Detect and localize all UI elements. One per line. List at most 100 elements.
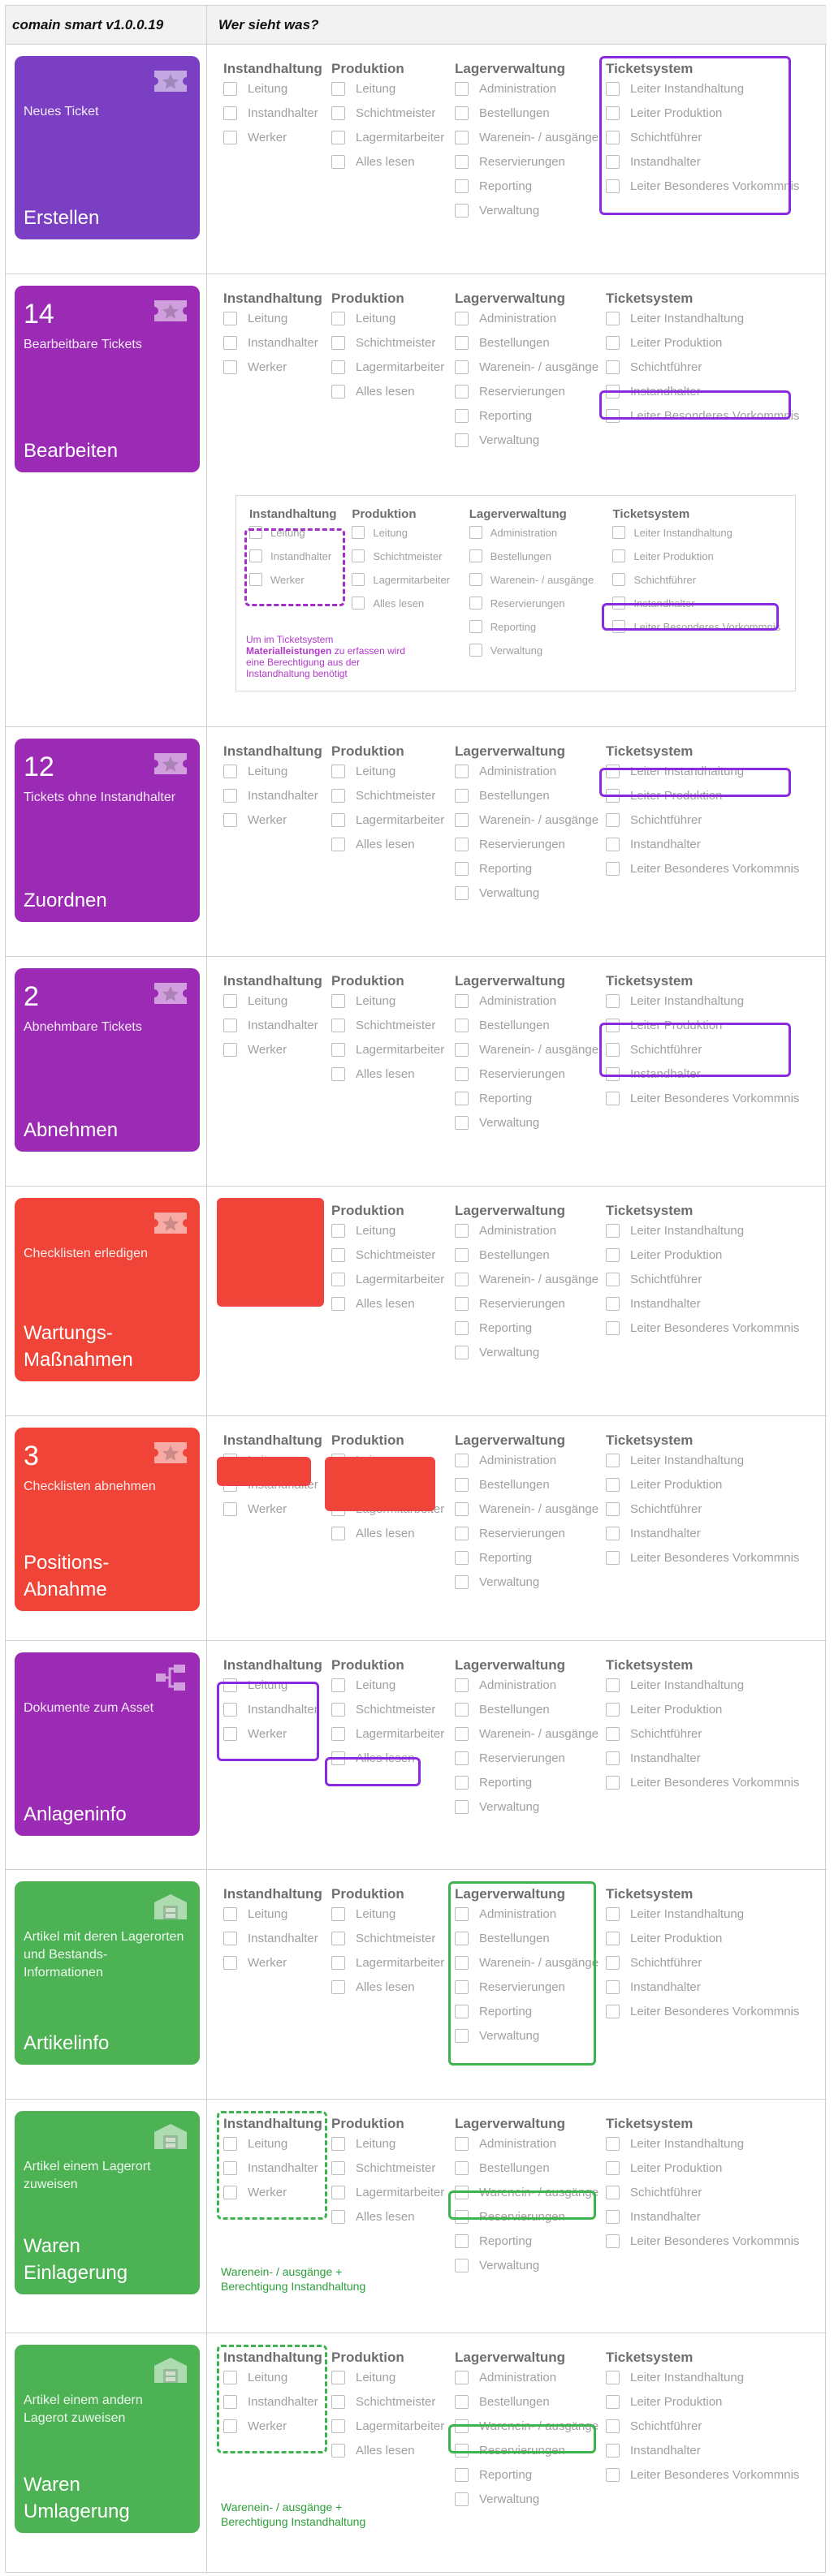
checkbox[interactable] bbox=[223, 131, 237, 144]
checkbox-item[interactable]: Administration bbox=[469, 521, 594, 545]
checkbox-item[interactable]: Leiter Produktion bbox=[606, 2156, 799, 2181]
checkbox[interactable] bbox=[612, 573, 626, 586]
checkbox-item[interactable]: Werker bbox=[223, 126, 322, 150]
checkbox-item[interactable]: Instandhalter bbox=[606, 1747, 799, 1771]
checkbox-item[interactable]: Alles lesen bbox=[331, 380, 444, 404]
checkbox-item[interactable]: Leitung bbox=[223, 989, 322, 1014]
checkbox[interactable] bbox=[223, 765, 237, 778]
checkbox[interactable] bbox=[331, 1956, 345, 1970]
checkbox-item[interactable]: Schichtmeister bbox=[331, 331, 444, 355]
checkbox-item[interactable]: Werker bbox=[223, 1497, 322, 1522]
checkbox-item[interactable]: Alles lesen bbox=[352, 592, 450, 615]
checkbox[interactable] bbox=[606, 2468, 620, 2482]
checkbox[interactable] bbox=[331, 1932, 345, 1945]
checkbox-item[interactable]: Leiter Besonderes Vorkommnis bbox=[606, 2000, 799, 2024]
checkbox[interactable] bbox=[455, 1116, 469, 1130]
checkbox[interactable] bbox=[331, 312, 345, 325]
checkbox-item[interactable]: Leitung bbox=[223, 1902, 322, 1927]
checkbox-item[interactable]: Reporting bbox=[455, 2463, 598, 2488]
checkbox[interactable] bbox=[606, 1321, 620, 1335]
checkbox[interactable] bbox=[455, 385, 469, 398]
checkbox-item[interactable]: Leitung bbox=[223, 760, 322, 784]
checkbox-item[interactable]: Instandhalter bbox=[606, 1292, 799, 1316]
checkbox-item[interactable]: Schichtführer bbox=[606, 1497, 799, 1522]
checkbox-item[interactable]: Werker bbox=[223, 1951, 322, 1975]
checkbox[interactable] bbox=[455, 1575, 469, 1589]
checkbox-item[interactable]: Warenein- / ausgänge bbox=[455, 808, 598, 833]
tile-artikelinfo[interactable]: Artikel mit deren Lagerorten und Bestand… bbox=[15, 1881, 200, 2065]
checkbox[interactable] bbox=[455, 1478, 469, 1492]
tile-abnehmen[interactable]: 2 Abnehmbare Tickets Abnehmen bbox=[15, 968, 200, 1152]
checkbox-item[interactable]: Warenein- / ausgänge bbox=[455, 1268, 598, 1292]
checkbox[interactable] bbox=[455, 433, 469, 447]
checkbox-item[interactable]: Leiter Instandhaltung bbox=[606, 1219, 799, 1243]
checkbox-item[interactable]: Verwaltung bbox=[455, 199, 598, 223]
checkbox[interactable] bbox=[455, 1776, 469, 1790]
checkbox[interactable] bbox=[455, 82, 469, 96]
checkbox[interactable] bbox=[223, 1019, 237, 1032]
tile-umlagerung[interactable]: Artikel einem andern Lagerot zuweisen War… bbox=[15, 2345, 200, 2533]
checkbox[interactable] bbox=[455, 106, 469, 120]
checkbox-item[interactable]: Administration bbox=[455, 1219, 598, 1243]
checkbox-item[interactable]: Lagermitarbeiter bbox=[331, 1268, 444, 1292]
checkbox[interactable] bbox=[606, 2395, 620, 2409]
checkbox-item[interactable]: Verwaltung bbox=[455, 429, 598, 453]
checkbox-item[interactable]: Warenein- / ausgänge bbox=[469, 568, 594, 592]
checkbox-item[interactable]: Instandhalter bbox=[223, 101, 322, 126]
checkbox-item[interactable]: Verwaltung bbox=[455, 2254, 598, 2278]
checkbox[interactable] bbox=[455, 886, 469, 900]
checkbox-item[interactable]: Schichtmeister bbox=[352, 545, 450, 568]
checkbox-item[interactable]: Schichtführer bbox=[606, 1951, 799, 1975]
checkbox[interactable] bbox=[331, 106, 345, 120]
checkbox[interactable] bbox=[469, 549, 482, 562]
checkbox-item[interactable]: Lagermitarbeiter bbox=[331, 808, 444, 833]
checkbox-item[interactable]: Leiter Besonderes Vorkommnis bbox=[606, 1771, 799, 1795]
checkbox-item[interactable]: Schichtmeister bbox=[331, 1243, 444, 1268]
checkbox-item[interactable]: Schichtführer bbox=[606, 1268, 799, 1292]
checkbox[interactable] bbox=[606, 994, 620, 1008]
checkbox-item[interactable]: Leiter Produktion bbox=[606, 1473, 799, 1497]
checkbox-item[interactable]: Bestellungen bbox=[455, 331, 598, 355]
checkbox[interactable] bbox=[606, 1551, 620, 1565]
checkbox[interactable] bbox=[455, 994, 469, 1008]
checkbox[interactable] bbox=[455, 1067, 469, 1081]
checkbox-item[interactable]: Werker bbox=[223, 808, 322, 833]
checkbox-item[interactable]: Leitung bbox=[352, 521, 450, 545]
checkbox-item[interactable]: Schichtmeister bbox=[331, 1927, 444, 1951]
checkbox[interactable] bbox=[455, 1727, 469, 1741]
checkbox[interactable] bbox=[455, 2371, 469, 2384]
checkbox[interactable] bbox=[455, 2161, 469, 2175]
checkbox-item[interactable]: Reservierungen bbox=[455, 380, 598, 404]
checkbox-item[interactable]: Alles lesen bbox=[331, 1975, 444, 2000]
checkbox[interactable] bbox=[455, 2468, 469, 2482]
checkbox-item[interactable]: Reporting bbox=[455, 1771, 598, 1795]
checkbox[interactable] bbox=[455, 179, 469, 193]
checkbox[interactable] bbox=[606, 862, 620, 876]
checkbox[interactable] bbox=[352, 549, 365, 562]
checkbox-item[interactable]: Schichtmeister bbox=[331, 2390, 444, 2414]
checkbox-item[interactable]: Verwaltung bbox=[455, 2488, 598, 2512]
checkbox-item[interactable]: Reporting bbox=[455, 857, 598, 881]
checkbox[interactable] bbox=[455, 409, 469, 423]
checkbox[interactable] bbox=[606, 1956, 620, 1970]
checkbox[interactable] bbox=[455, 1527, 469, 1540]
checkbox[interactable] bbox=[455, 131, 469, 144]
checkbox-item[interactable]: Instandhalter bbox=[223, 1014, 322, 1038]
checkbox[interactable] bbox=[469, 597, 482, 610]
checkbox[interactable] bbox=[331, 1043, 345, 1057]
checkbox-item[interactable]: Bestellungen bbox=[455, 101, 598, 126]
checkbox-item[interactable]: Alles lesen bbox=[331, 1062, 444, 1087]
checkbox[interactable] bbox=[331, 2395, 345, 2409]
checkbox[interactable] bbox=[331, 155, 345, 169]
checkbox[interactable] bbox=[331, 82, 345, 96]
checkbox[interactable] bbox=[352, 597, 365, 610]
checkbox-item[interactable]: Schichtführer bbox=[606, 2414, 799, 2439]
tile-zuordnen[interactable]: 12 Tickets ohne Instandhalter Zuordnen bbox=[15, 739, 200, 922]
checkbox-item[interactable]: Administration bbox=[455, 1674, 598, 1698]
checkbox-item[interactable]: Reservierungen bbox=[455, 1522, 598, 1546]
checkbox[interactable] bbox=[331, 813, 345, 827]
checkbox-item[interactable]: Administration bbox=[455, 989, 598, 1014]
checkbox[interactable] bbox=[606, 1527, 620, 1540]
checkbox[interactable] bbox=[223, 994, 237, 1008]
checkbox-item[interactable]: Instandhalter bbox=[606, 833, 799, 857]
